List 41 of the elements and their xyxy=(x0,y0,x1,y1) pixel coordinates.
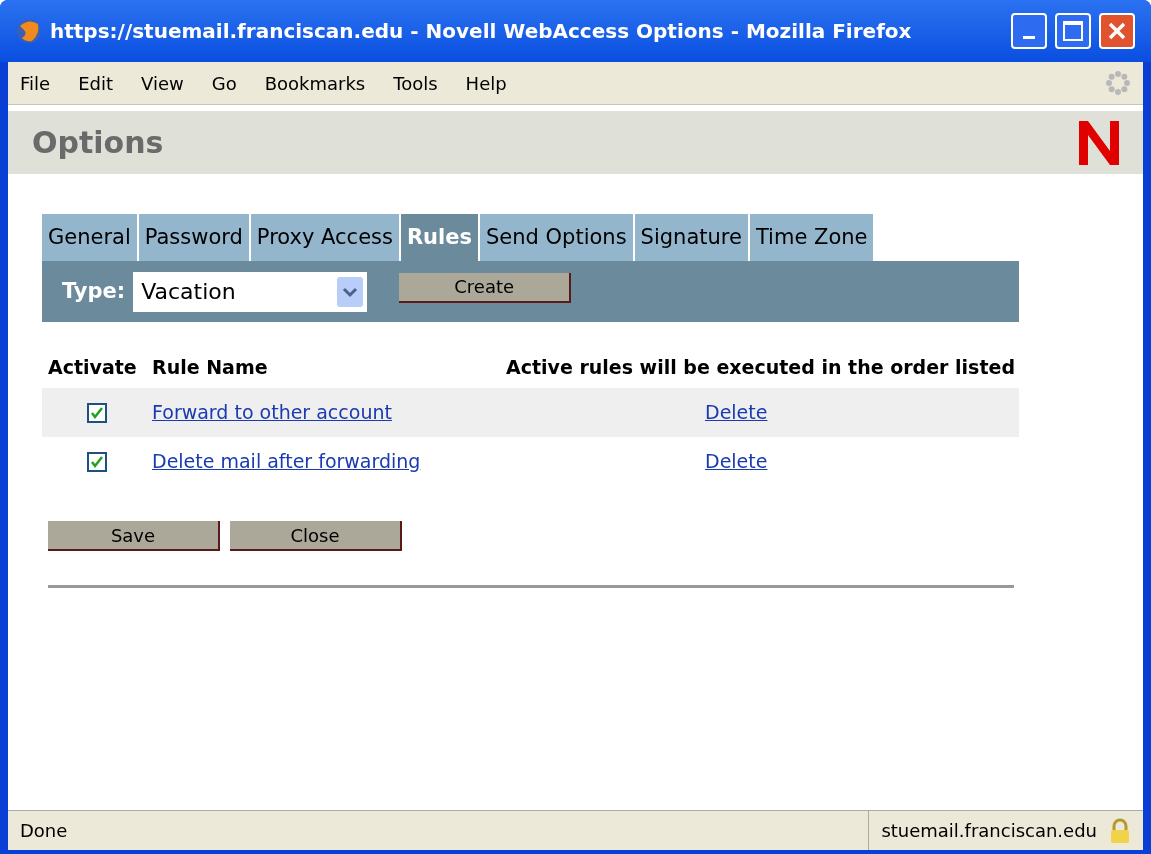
rule-link[interactable]: Delete mail after forwarding xyxy=(152,447,705,476)
status-text: Done xyxy=(19,819,69,843)
menu-item[interactable]: Tools xyxy=(393,69,438,97)
menu-item[interactable]: Help xyxy=(465,69,507,97)
type-select[interactable]: Vacation xyxy=(133,271,368,312)
menu-item[interactable]: Bookmarks xyxy=(264,69,366,97)
menu-item[interactable]: Edit xyxy=(78,69,113,97)
tab[interactable]: General xyxy=(42,214,137,261)
save-button[interactable]: Save xyxy=(48,521,220,551)
lock-icon xyxy=(1109,817,1131,844)
tab[interactable]: Time Zone xyxy=(749,214,874,261)
column-header: Activate xyxy=(47,354,138,380)
window-title: https://stuemail.franciscan.edu - Novell WebAccess Options - Mozilla Firefox xyxy=(50,18,913,45)
column-header: Rule Name xyxy=(152,354,269,380)
close-button[interactable]: Close xyxy=(230,521,402,551)
tab[interactable]: Proxy Access xyxy=(250,214,399,261)
globe-icon xyxy=(16,18,42,44)
menu-item[interactable]: View xyxy=(141,69,184,97)
logo-icon xyxy=(1079,120,1119,165)
status-host: stuemail.franciscan.edu xyxy=(868,811,1109,850)
menu-item[interactable]: Go xyxy=(211,69,237,97)
rule-link[interactable]: Forward to other account xyxy=(152,398,705,427)
type-label: Type: xyxy=(62,277,126,305)
minimize-button[interactable] xyxy=(1011,13,1047,49)
menu-item[interactable]: File xyxy=(20,69,51,97)
tab[interactable]: Password xyxy=(138,214,249,261)
column-header: Active rules will be executed in the order listed xyxy=(505,354,1016,380)
close-icon xyxy=(1107,21,1127,41)
tab[interactable]: Rules xyxy=(400,214,478,261)
checkbox[interactable] xyxy=(87,402,107,423)
dropdown-icon xyxy=(337,276,364,307)
checkbox[interactable] xyxy=(87,451,107,472)
tab[interactable]: Send Options xyxy=(480,214,633,261)
throbber-icon xyxy=(1105,70,1131,96)
close-button[interactable] xyxy=(1099,13,1135,49)
delete-link[interactable]: Delete xyxy=(705,398,768,427)
page-title: Options xyxy=(32,124,164,162)
create-button[interactable]: Create xyxy=(399,272,572,303)
maximize-button[interactable] xyxy=(1055,13,1091,49)
delete-link[interactable]: Delete xyxy=(705,447,768,476)
tab[interactable]: Signature xyxy=(634,214,748,261)
